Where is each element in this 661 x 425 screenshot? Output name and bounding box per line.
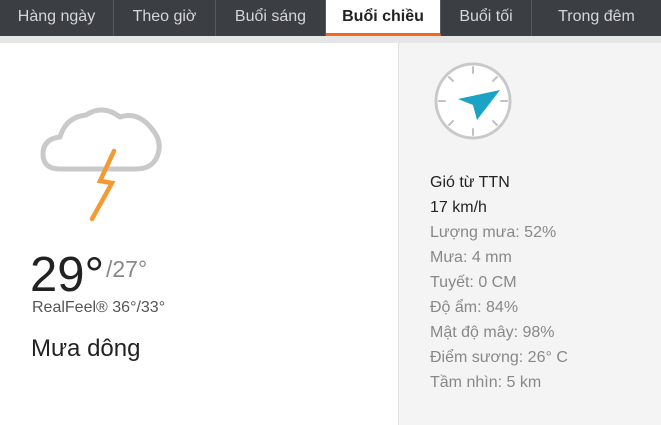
humidity: Độ ẩm: 84% [430,299,519,316]
realfeel-temperature: RealFeel® 36°/33° [32,299,166,316]
forecast-details-panel: Gió từ TTN 17 km/h Lượng mưa: 52% Mưa: 4… [398,43,661,425]
tab-afternoon[interactable]: Buổi chiều [326,0,441,36]
forecast-tabbar: Hàng ngày Theo giờ Buổi sáng Buổi chiều … [0,0,661,36]
tab-divider [0,36,661,43]
low-temperature: /27° [106,256,148,282]
dew-point: Điểm sương: 26° C [430,349,568,366]
thunderstorm-icon [38,99,166,229]
wind-direction: Gió từ TTN [430,174,510,191]
forecast-summary-panel: 29° /27° RealFeel® 36°/33° Mưa dông [0,43,398,425]
weather-condition: Mưa dông [31,335,141,362]
tab-evening[interactable]: Buổi tối [441,0,532,36]
forecast-details-list: Gió từ TTN 17 km/h Lượng mưa: 52% Mưa: 4… [430,170,568,395]
snow-amount: Tuyết: 0 CM [430,274,517,291]
tab-daily[interactable]: Hàng ngày [0,0,114,36]
wind-direction-compass-icon [433,61,513,146]
wind-speed: 17 km/h [430,199,487,216]
visibility: Tầm nhìn: 5 km [430,374,542,391]
tab-hourly[interactable]: Theo giờ [114,0,216,36]
rain-probability: Lượng mưa: 52% [430,224,557,241]
tab-overnight[interactable]: Trong đêm [532,0,661,36]
cloud-cover: Mật độ mây: 98% [430,324,555,341]
high-temperature: 29° [30,248,105,302]
tab-morning[interactable]: Buổi sáng [216,0,326,36]
rain-amount: Mưa: 4 mm [430,249,512,266]
